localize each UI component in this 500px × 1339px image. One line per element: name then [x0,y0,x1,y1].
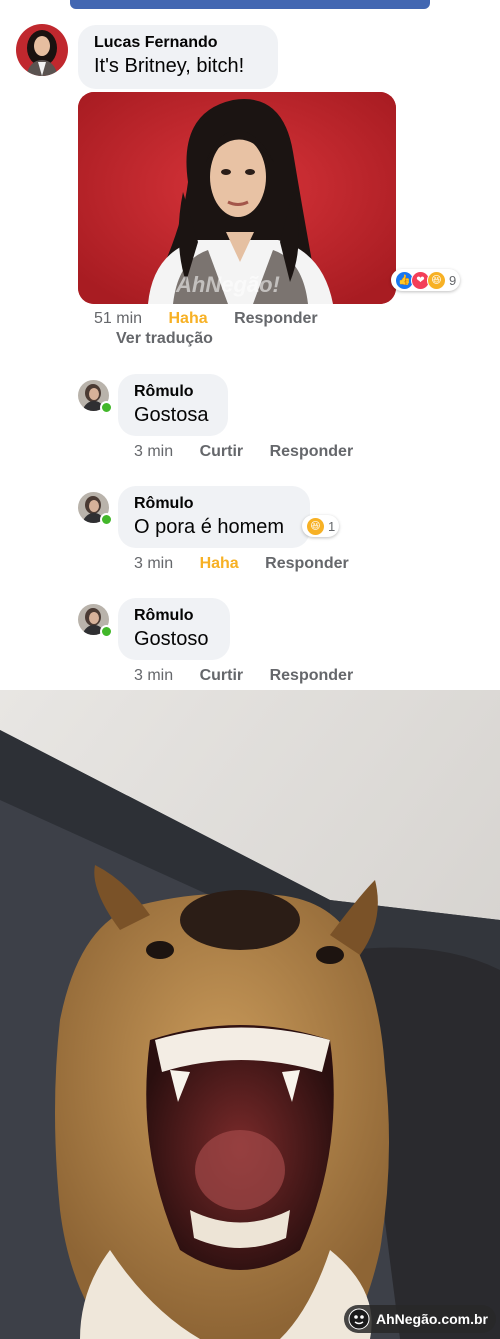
attachment-watermark: AhNegão! [176,272,280,297]
comment-time[interactable]: 3 min [134,667,173,684]
haha-icon: 😆 [427,270,446,290]
comment-actions: 3 min Curtir Responder [134,667,375,685]
online-status-dot [100,401,113,414]
comment-author[interactable]: Rômulo [134,382,212,402]
like-action[interactable]: Curtir [200,443,244,460]
comment-time[interactable]: 51 min [94,310,142,327]
comment-actions: 3 min Curtir Responder [134,443,375,461]
haha-icon: 😆 [306,516,325,536]
comment-author[interactable]: Rômulo [134,606,214,626]
reaction-summary[interactable]: 😆 1 [302,515,340,537]
reaction-summary[interactable]: 👍 ❤ 😆 9 [391,269,461,291]
reaction-count: 9 [449,272,457,288]
haha-action[interactable]: Haha [200,555,239,572]
online-status-dot [100,625,113,638]
comment-text: Gostoso [134,628,209,650]
comment-text: Gostosa [134,404,209,426]
comment-text: It's Britney, bitch! [94,55,245,77]
comment-author[interactable]: Lucas Fernando [94,33,262,53]
reply-action[interactable]: Responder [270,443,354,460]
comment-bubble: Rômulo O pora é homem [118,486,310,548]
top-navigation-strip [0,0,500,14]
like-action[interactable]: Curtir [200,667,244,684]
reply-action[interactable]: Responder [234,310,318,327]
watermark-text: AhNegão.com.br [375,1311,488,1327]
reaction-photo-dog: AhNegão.com.br [0,690,500,1339]
reaction-count: 1 [328,518,336,534]
comment-time[interactable]: 3 min [134,555,173,572]
comment-time[interactable]: 3 min [134,443,173,460]
reply-action[interactable]: Responder [265,555,349,572]
comment-author[interactable]: Rômulo [134,494,294,514]
site-watermark: AhNegão.com.br [343,1305,496,1333]
haha-action[interactable]: Haha [168,310,207,327]
avatar-lucas[interactable] [16,24,68,76]
comment-actions: 51 min Haha Responder [94,310,340,328]
online-status-dot [100,513,113,526]
see-translation-link[interactable]: Ver tradução [116,330,213,348]
comment-bubble: Lucas Fernando It's Britney, bitch! [78,25,278,89]
comment-actions: 3 min Haha Responder [134,555,371,573]
comment-text: O pora é homem [134,516,285,538]
comment-bubble: Rômulo Gostosa [118,374,228,436]
comment-bubble: Rômulo Gostoso [118,598,230,660]
watermark-logo-icon [348,1308,370,1330]
comment-photo-attachment[interactable]: AhNegão! [78,92,396,304]
reply-action[interactable]: Responder [270,667,354,684]
